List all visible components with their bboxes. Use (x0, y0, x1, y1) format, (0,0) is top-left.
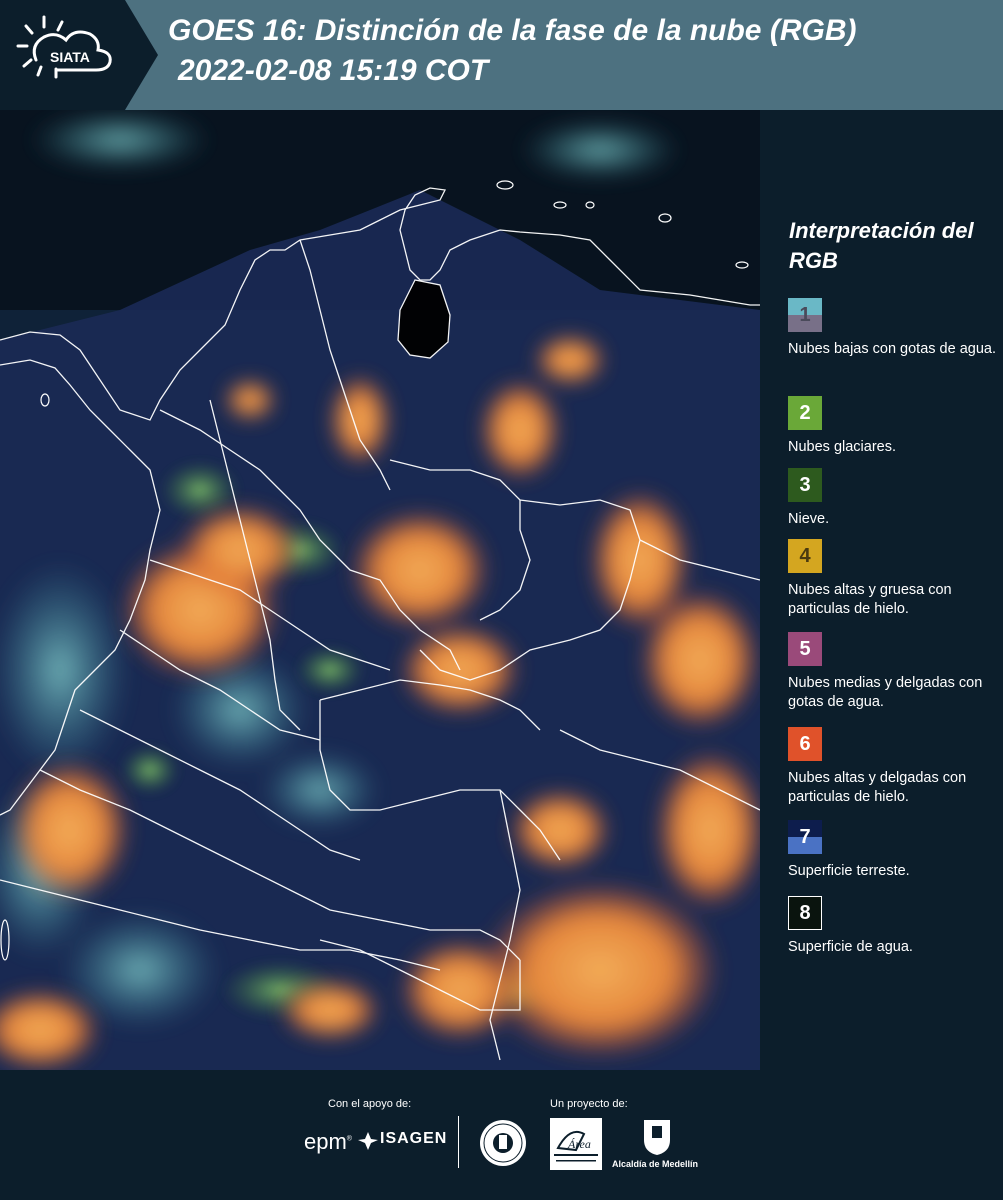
alcaldia-shield-icon (644, 1120, 670, 1155)
legend-label-5: Nubes medias y delgadas con gotas de agu… (788, 675, 983, 710)
logo-text: SIATA (50, 49, 90, 65)
legend-label-3: Nieve. (788, 511, 830, 527)
legend-swatch-6: 6 (788, 727, 822, 761)
legend-panel: Interpretación del RGB 1 Nubes bajas con… (760, 110, 1003, 1070)
page-title: GOES 16: Distinción de la fase de la nub… (168, 14, 857, 47)
legend-swatch-1: 1 (788, 298, 822, 332)
legend-label-1: Nubes bajas con gotas de agua. (788, 341, 996, 357)
isagen-icon (358, 1132, 378, 1150)
legend-item-3: 3 Nieve. (788, 468, 998, 529)
legend-swatch-3: 3 (788, 468, 822, 502)
legend-swatch-2: 2 (788, 396, 822, 430)
footer-divider (458, 1116, 459, 1168)
support-label: Con el apoyo de: (328, 1098, 412, 1110)
legend-swatch-7: 7 (788, 820, 822, 854)
project-label: Un proyecto de: (550, 1098, 628, 1110)
legend-title: Interpretación del RGB (789, 218, 974, 273)
legend-item-7: 7 Superficie terreste. (788, 820, 998, 881)
page-timestamp: 2022-02-08 15:19 COT (178, 54, 489, 87)
siata-logo: SIATA (0, 0, 158, 110)
legend-label-8: Superficie de agua. (788, 939, 913, 955)
legend-label-2: Nubes glaciares. (788, 439, 896, 455)
area-metropolitana-logo: Área (550, 1118, 602, 1170)
satellite-map (0, 110, 760, 1070)
legend-item-2: 2 Nubes glaciares. (788, 396, 998, 457)
header: SIATA GOES 16: Distinción de la fase de … (0, 0, 1003, 110)
svg-text:Área: Área (567, 1137, 591, 1151)
alcaldia-label: Alcaldía de Medellín (612, 1159, 699, 1169)
legend-label-4: Nubes altas y gruesa con particulas de h… (788, 582, 952, 617)
legend-label-7: Superficie terreste. (788, 863, 910, 879)
legend-item-1: 1 Nubes bajas con gotas de agua. (788, 298, 998, 359)
legend-swatch-4: 4 (788, 539, 822, 573)
legend-item-4: 4 Nubes altas y gruesa con particulas de… (788, 539, 998, 619)
legend-item-5: 5 Nubes medias y delgadas con gotas de a… (788, 632, 998, 712)
legend-item-8: 8 Superficie de agua. (788, 896, 998, 957)
legend-swatch-8: 8 (788, 896, 822, 930)
footer: Con el apoyo de: Un proyecto de: epm® IS… (0, 1070, 1003, 1200)
isagen-logo: ISAGEN (380, 1130, 448, 1147)
legend-label-6: Nubes altas y delgadas con particulas de… (788, 770, 967, 805)
epm-logo: epm® (304, 1129, 352, 1154)
epm-text: epm (304, 1129, 347, 1154)
seal-icon (480, 1120, 526, 1166)
legend-swatch-5: 5 (788, 632, 822, 666)
legend-item-6: 6 Nubes altas y delgadas con particulas … (788, 727, 998, 807)
